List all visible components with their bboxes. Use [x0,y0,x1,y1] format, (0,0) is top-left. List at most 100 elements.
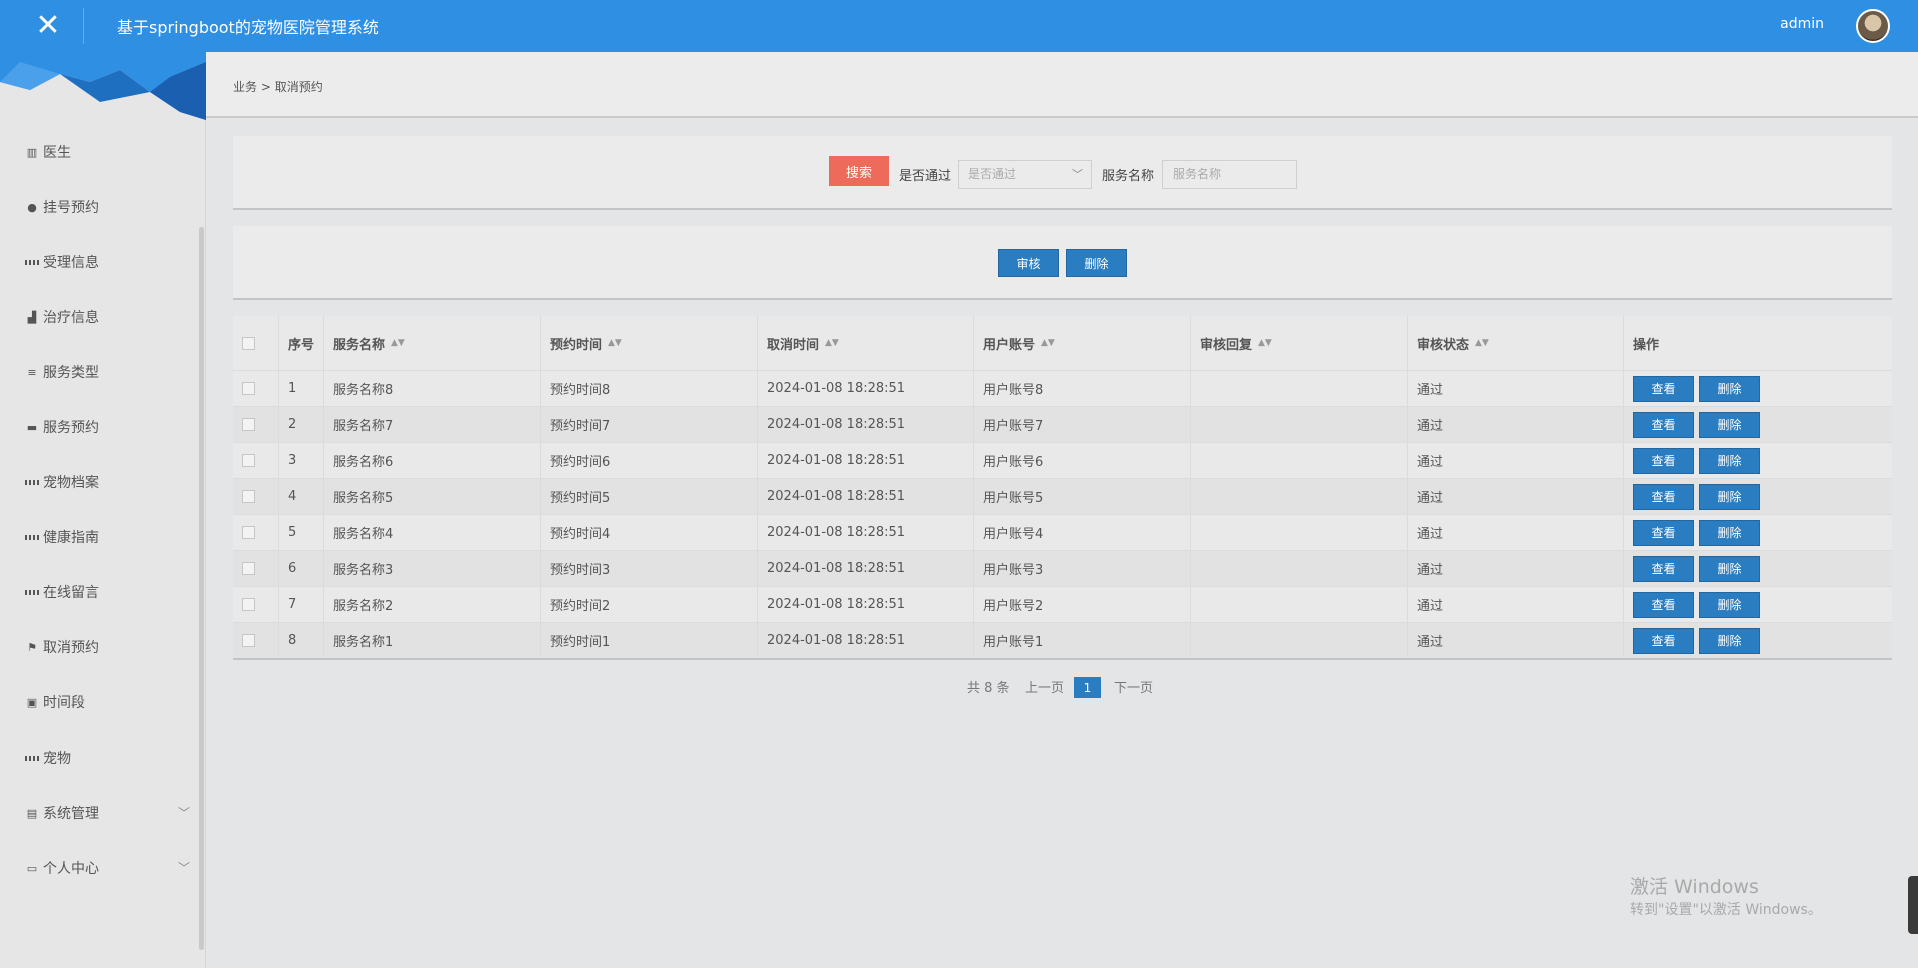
table-row[interactable]: 3 服务名称6 预约时间6 2024-01-08 18:28:51 用户账号6 通过 查看删… [233,442,1892,478]
close-icon[interactable]: ✕ [30,8,66,44]
sidebar-item-system[interactable]: ▤ 系统管理 ﹀ [25,801,190,825]
breadcrumb-root[interactable]: 业务 [233,80,257,94]
delete-selected-button[interactable]: 删除 [1066,249,1127,277]
table-row[interactable]: 1 服务名称8 预约时间8 2024-01-08 18:28:51 用户账号8 通过 查看删… [233,370,1892,406]
sidebar-scrollbar[interactable] [199,227,204,950]
delete-button[interactable]: 删除 [1699,627,1760,654]
table-row[interactable]: 7 服务名称2 预约时间2 2024-01-08 18:28:51 用户账号2 通过 查看删… [233,586,1892,622]
view-button[interactable]: 查看 [1633,555,1694,582]
pagination-next[interactable]: 下一页 [1114,677,1153,696]
view-button[interactable]: 查看 [1633,411,1694,438]
view-button[interactable]: 查看 [1633,375,1694,402]
sidebar-item-profile[interactable]: ▭ 个人中心 ﹀ [25,856,190,880]
cell-account: 用户账号3 [973,551,1190,586]
row-checkbox[interactable] [242,382,255,395]
cell-no: 5 [278,515,323,550]
view-button[interactable]: 查看 [1633,627,1694,654]
sort-icon[interactable]: ▲▼ [391,338,405,347]
id-card-icon: ▭ [26,861,38,875]
cell-account: 用户账号5 [973,479,1190,514]
sort-icon[interactable]: ▲▼ [825,338,839,347]
sidebar-item-cancel-booking[interactable]: ⚑ 取消预约 [25,635,190,659]
delete-button[interactable]: 删除 [1699,555,1760,582]
cell-account: 用户账号4 [973,515,1190,550]
row-checkbox[interactable] [242,526,255,539]
header-status[interactable]: 审核状态 ▲▼ [1407,316,1623,370]
clipboard-icon: ▤ [26,806,38,820]
row-checkbox-cell [233,407,278,442]
cell-account: 用户账号8 [973,371,1190,406]
cell-reply [1190,443,1407,478]
sidebar-item-time-slot[interactable]: ▣ 时间段 [25,690,190,714]
approved-select[interactable]: 是否通过 ﹀ [958,160,1092,189]
table-row[interactable]: 4 服务名称5 预约时间5 2024-01-08 18:28:51 用户账号5 通过 查看删… [233,478,1892,514]
header-reply[interactable]: 审核回复 ▲▼ [1190,316,1407,370]
sort-icon[interactable]: ▲▼ [1475,338,1489,347]
header-appt-time[interactable]: 预约时间 ▲▼ [540,316,757,370]
row-checkbox[interactable] [242,562,255,575]
cell-cancel: 2024-01-08 18:28:51 [757,551,973,586]
delete-button[interactable]: 删除 [1699,411,1760,438]
sidebar-item-label: 挂号预约 [43,200,99,216]
cell-actions: 查看 删除 [1623,479,1892,514]
sidebar-item-service-type[interactable]: ≡ 服务类型 [25,360,190,384]
side-tab[interactable] [1908,876,1918,934]
pagination-prev[interactable]: 上一页 [1025,677,1064,696]
review-button[interactable]: 审核 [998,249,1059,277]
sort-icon[interactable]: ▲▼ [608,338,622,347]
top-bar: ✕ 基于springboot的宠物医院管理系统 admin [0,0,1918,52]
delete-button[interactable]: 删除 [1699,483,1760,510]
cell-actions: 查看 删除 [1623,515,1892,550]
sidebar-item-health-guide[interactable]: 健康指南 [25,525,190,549]
delete-button[interactable]: 删除 [1699,591,1760,618]
table-row[interactable]: 8 服务名称1 预约时间1 2024-01-08 18:28:51 用户账号1 通过 查看删… [233,622,1892,658]
sort-icon[interactable]: ▲▼ [1258,338,1272,347]
sidebar-item-service-booking[interactable]: ▬ 服务预约 [25,415,190,439]
service-name-input[interactable]: 服务名称 [1162,160,1297,189]
sidebar-item-treatment[interactable]: ▟ 治疗信息 [25,305,190,329]
avatar[interactable] [1856,9,1890,43]
table-row[interactable]: 2 服务名称7 预约时间7 2024-01-08 18:28:51 用户账号7 通过 查看删… [233,406,1892,442]
delete-button[interactable]: 删除 [1699,375,1760,402]
view-button[interactable]: 查看 [1633,519,1694,546]
table-row[interactable]: 6 服务名称3 预约时间3 2024-01-08 18:28:51 用户账号3 通过 查看删… [233,550,1892,586]
table-row[interactable]: 5 服务名称4 预约时间4 2024-01-08 18:28:51 用户账号4 通过 查看删… [233,514,1892,550]
row-checkbox[interactable] [242,598,255,611]
row-checkbox[interactable] [242,634,255,647]
view-button[interactable]: 查看 [1633,447,1694,474]
cell-reply [1190,587,1407,622]
grid-icon [25,530,39,544]
header-service[interactable]: 服务名称 ▲▼ [323,316,540,370]
header-account[interactable]: 用户账号 ▲▼ [973,316,1190,370]
search-button[interactable]: 搜索 [829,156,889,186]
cell-appt: 预约时间2 [540,587,757,622]
view-button[interactable]: 查看 [1633,591,1694,618]
view-button[interactable]: 查看 [1633,483,1694,510]
row-checkbox-cell [233,587,278,622]
app-title: 基于springboot的宠物医院管理系统 [117,18,379,37]
user-name[interactable]: admin [1780,16,1824,32]
row-checkbox[interactable] [242,418,255,431]
header-cancel-time[interactable]: 取消时间 ▲▼ [757,316,973,370]
select-all-checkbox[interactable] [242,336,255,350]
sidebar-item-messages[interactable]: 在线留言 [25,580,190,604]
delete-button[interactable]: 删除 [1699,519,1760,546]
sidebar-item-acceptance[interactable]: 受理信息 [25,250,190,274]
sidebar-item-pet-records[interactable]: 宠物档案 [25,470,190,494]
cell-cancel: 2024-01-08 18:28:51 [757,371,973,406]
cell-account: 用户账号6 [973,443,1190,478]
row-checkbox[interactable] [242,454,255,467]
sidebar-item-pet[interactable]: 宠物 [25,746,190,770]
breadcrumb: 业务 > 取消预约 [233,78,323,95]
row-checkbox[interactable] [242,490,255,503]
sidebar-item-doctor[interactable]: ▥ 医生 [25,140,190,164]
cell-status: 通过 [1407,407,1623,442]
cell-actions: 查看 删除 [1623,443,1892,478]
cell-actions: 查看 删除 [1623,407,1892,442]
sidebar-item-registration[interactable]: ● 挂号预约 [25,195,190,219]
delete-button[interactable]: 删除 [1699,447,1760,474]
cell-no: 4 [278,479,323,514]
sort-icon[interactable]: ▲▼ [1041,338,1055,347]
sidebar-item-label: 健康指南 [43,530,99,546]
pagination-page[interactable]: 1 [1074,677,1101,698]
